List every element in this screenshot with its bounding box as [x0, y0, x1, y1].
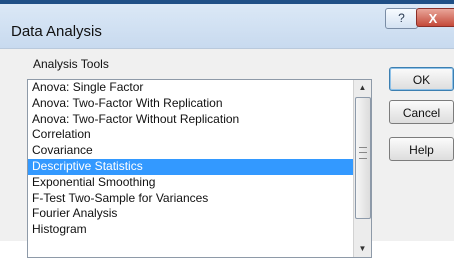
dialog-content: Analysis Tools Anova: Single Factor Anova… — [0, 49, 454, 258]
scroll-up-icon[interactable]: ▲ — [354, 80, 371, 96]
ok-button[interactable]: OK — [389, 67, 454, 91]
list-item[interactable]: F-Test Two-Sample for Variances — [28, 191, 371, 207]
close-icon: X — [428, 11, 438, 26]
help-button[interactable]: Help — [389, 137, 454, 161]
analysis-tools-label-text: Analysis Tools — [33, 57, 109, 71]
list-item[interactable]: Anova: Two-Factor Without Replication — [28, 112, 371, 128]
vertical-scrollbar[interactable]: ▲ ▼ — [353, 80, 371, 257]
close-button[interactable]: X — [416, 8, 454, 27]
list-item[interactable]: Fourier Analysis — [28, 206, 371, 222]
list-item[interactable]: Exponential Smoothing — [28, 175, 371, 191]
list-items: Anova: Single Factor Anova: Two-Factor Wi… — [28, 80, 371, 238]
analysis-tools-list[interactable]: Anova: Single Factor Anova: Two-Factor Wi… — [27, 79, 372, 258]
analysis-tools-label: Analysis Tools — [33, 57, 109, 71]
list-item[interactable]: Correlation — [28, 127, 371, 143]
list-item[interactable]: Histogram — [28, 222, 371, 238]
cancel-button[interactable]: Cancel — [389, 100, 454, 124]
list-item[interactable]: Anova: Two-Factor With Replication — [28, 96, 371, 112]
dialog-title: Data Analysis — [11, 23, 102, 40]
list-item[interactable]: Descriptive Statistics — [28, 158, 371, 175]
scroll-down-icon[interactable]: ▼ — [354, 241, 371, 257]
list-item[interactable]: Covariance — [28, 143, 371, 159]
scrollbar-grip-icon — [359, 147, 367, 159]
data-analysis-dialog: Data Analysis ? X Analysis Tools Anova: … — [0, 4, 454, 258]
title-bar: Data Analysis ? X — [0, 4, 454, 49]
scrollbar-thumb[interactable] — [355, 97, 371, 219]
title-help-button[interactable]: ? — [385, 8, 418, 29]
list-item[interactable]: Anova: Single Factor — [28, 80, 371, 96]
